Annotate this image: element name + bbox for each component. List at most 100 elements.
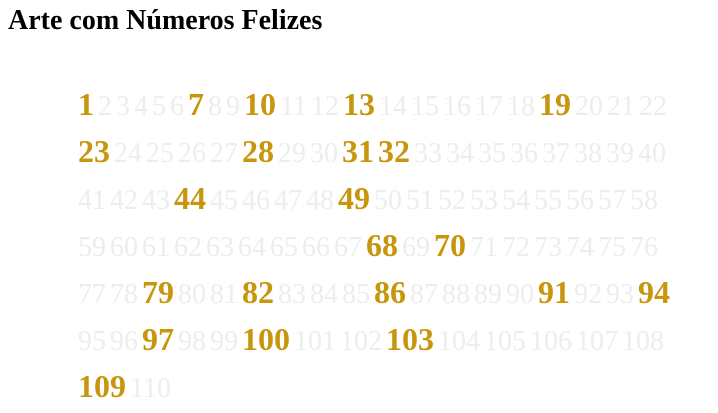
number: 69	[402, 232, 430, 263]
number: 74	[566, 232, 594, 263]
happy-number: 109	[78, 368, 126, 404]
number: 63	[206, 232, 234, 263]
happy-number: 31	[342, 133, 374, 169]
number: 11	[280, 91, 307, 122]
happy-number: 7	[188, 86, 204, 122]
number: 51	[406, 185, 434, 216]
number: 34	[446, 138, 474, 169]
number: 78	[110, 279, 138, 310]
number: 77	[78, 279, 106, 310]
number: 26	[178, 138, 206, 169]
page-title: Arte com Números Felizes	[8, 5, 323, 36]
number: 61	[142, 232, 170, 263]
number: 3	[116, 91, 130, 122]
number: 53	[470, 185, 498, 216]
number: 38	[574, 138, 602, 169]
number: 50	[374, 185, 402, 216]
number: 65	[270, 232, 298, 263]
number: 67	[334, 232, 362, 263]
number: 43	[142, 185, 170, 216]
happy-number: 68	[366, 227, 398, 263]
number: 108	[622, 326, 664, 357]
number: 90	[506, 279, 534, 310]
number: 22	[638, 91, 667, 122]
number: 52	[438, 185, 466, 216]
number: 76	[630, 232, 658, 263]
number: 106	[530, 326, 572, 357]
number: 25	[146, 138, 174, 169]
number: 35	[478, 138, 506, 169]
number: 20	[574, 91, 603, 122]
number: 16	[442, 91, 471, 122]
number: 62	[174, 232, 202, 263]
number: 107	[576, 326, 618, 357]
number: 88	[442, 279, 470, 310]
number: 45	[210, 185, 238, 216]
number: 56	[566, 185, 594, 216]
number: 110	[130, 373, 171, 404]
number: 80	[178, 279, 206, 310]
number: 9	[226, 91, 240, 122]
number: 59	[78, 232, 106, 263]
number: 101	[294, 326, 336, 357]
number: 27	[210, 138, 238, 169]
number: 14	[378, 91, 407, 122]
number: 40	[638, 138, 666, 169]
number: 64	[238, 232, 266, 263]
number: 87	[410, 279, 438, 310]
happy-number: 86	[374, 274, 406, 310]
number: 42	[110, 185, 138, 216]
number: 6	[170, 91, 184, 122]
number: 102	[340, 326, 382, 357]
number: 29	[278, 138, 306, 169]
happy-number: 1	[78, 86, 94, 122]
number: 71	[470, 232, 498, 263]
number: 24	[114, 138, 142, 169]
happy-number: 28	[242, 133, 274, 169]
number: 41	[78, 185, 106, 216]
number: 18	[506, 91, 535, 122]
number: 2	[98, 91, 112, 122]
number: 83	[278, 279, 306, 310]
number: 104	[438, 326, 480, 357]
number: 72	[502, 232, 530, 263]
number: 93	[606, 279, 634, 310]
number: 55	[534, 185, 562, 216]
happy-number: 49	[338, 180, 370, 216]
number: 17	[474, 91, 503, 122]
happy-number: 94	[638, 274, 670, 310]
number: 95	[78, 326, 106, 357]
number: 81	[210, 279, 238, 310]
happy-number: 19	[538, 86, 571, 122]
number-grid: 1 2 3 4 5 6 7 8 9 10 11 12 13 14 15 16 1…	[78, 84, 688, 413]
happy-number: 10	[244, 86, 276, 122]
happy-number: 32	[378, 133, 410, 169]
happy-number: 82	[242, 274, 274, 310]
number: 60	[110, 232, 138, 263]
number: 98	[178, 326, 206, 357]
number: 33	[414, 138, 442, 169]
happy-number: 44	[174, 180, 206, 216]
happy-number: 79	[142, 274, 174, 310]
happy-number: 103	[386, 321, 434, 357]
number: 47	[274, 185, 302, 216]
number: 30	[310, 138, 338, 169]
number: 12	[310, 91, 339, 122]
number: 66	[302, 232, 330, 263]
number: 84	[310, 279, 338, 310]
number: 48	[306, 185, 334, 216]
happy-number: 70	[434, 227, 466, 263]
number: 105	[484, 326, 526, 357]
number: 54	[502, 185, 530, 216]
number: 96	[110, 326, 138, 357]
number: 46	[242, 185, 270, 216]
happy-number: 13	[342, 86, 375, 122]
number: 99	[210, 326, 238, 357]
number: 36	[510, 138, 538, 169]
number: 39	[606, 138, 634, 169]
number: 21	[606, 91, 635, 122]
number: 73	[534, 232, 562, 263]
number: 4	[134, 91, 148, 122]
happy-number: 91	[538, 274, 570, 310]
number: 58	[630, 185, 658, 216]
